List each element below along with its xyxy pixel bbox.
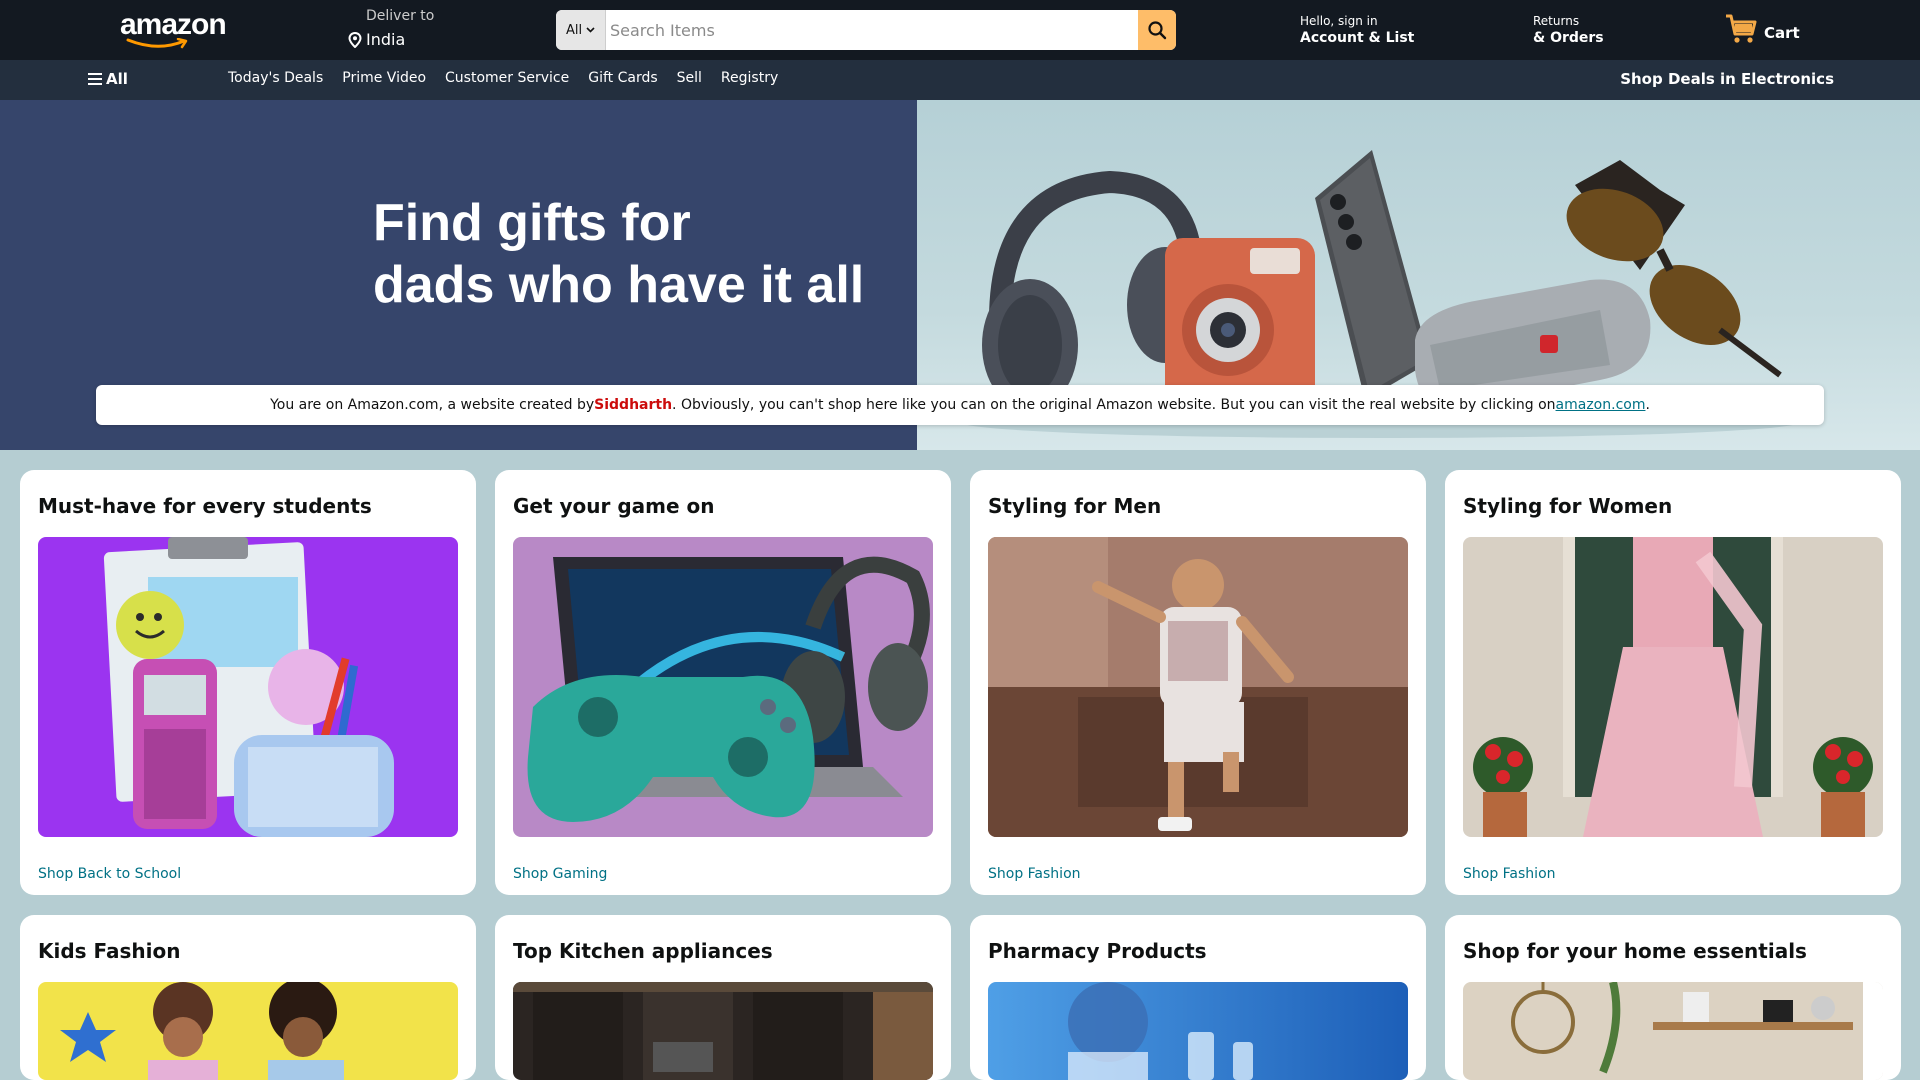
account-menu[interactable]: Hello, sign in Account & List — [1300, 14, 1414, 46]
school-supplies-image[interactable] — [38, 537, 458, 837]
sub-navigation: All Today's Deals Prime Video Customer S… — [0, 60, 1920, 100]
nav-links: Today's Deals Prime Video Customer Servi… — [228, 70, 778, 86]
home-essentials-image[interactable] — [1463, 982, 1883, 1080]
logo-text: amazon — [120, 8, 227, 41]
card-men: Styling for Men Shop Fashion — [970, 470, 1426, 895]
location-pin-icon — [348, 31, 362, 48]
kids-fashion-image[interactable] — [38, 982, 458, 1080]
amazon-logo[interactable]: amazon — [120, 8, 227, 49]
deliver-location-text: India — [366, 30, 406, 49]
card-kitchen: Top Kitchen appliances — [495, 915, 951, 1080]
nav-link-registry[interactable]: Registry — [721, 70, 778, 86]
deliver-label: Deliver to — [366, 8, 435, 24]
notice-amazon-link[interactable]: amazon.com — [1556, 397, 1646, 413]
card-pharmacy: Pharmacy Products — [970, 915, 1426, 1080]
card-title: Must-have for every students — [38, 494, 372, 518]
search-bar: All — [556, 10, 1176, 50]
cart-button[interactable]: Cart — [1724, 12, 1800, 46]
hero-title-line1: Find gifts for — [373, 194, 691, 252]
card-title: Kids Fashion — [38, 939, 181, 963]
returns-label: Returns — [1533, 14, 1580, 28]
nav-link-prime-video[interactable]: Prime Video — [342, 70, 426, 86]
men-fashion-image[interactable] — [988, 537, 1408, 837]
nav-link-todays-deals[interactable]: Today's Deals — [228, 70, 323, 86]
card-link[interactable]: Shop Back to School — [38, 866, 181, 882]
card-home: Shop for your home essentials — [1445, 915, 1901, 1080]
nav-link-customer-service[interactable]: Customer Service — [445, 70, 569, 86]
chevron-down-icon — [586, 27, 595, 33]
hero-title: Find gifts for dads who have it all — [373, 192, 864, 316]
notice-suffix: . — [1645, 397, 1650, 413]
notice-middle: . Obviously, you can't shop here like yo… — [672, 397, 1556, 413]
all-menu-label: All — [106, 70, 128, 88]
account-greeting: Hello, sign in — [1300, 14, 1378, 28]
hero-title-line2: dads who have it all — [373, 256, 865, 314]
women-fashion-image[interactable] — [1463, 537, 1883, 837]
card-kids: Kids Fashion — [20, 915, 476, 1080]
search-category-select[interactable]: All — [556, 10, 606, 50]
deliver-location: India — [348, 30, 405, 49]
kitchen-image[interactable] — [513, 982, 933, 1080]
nav-link-gift-cards[interactable]: Gift Cards — [588, 70, 657, 86]
account-label: Account & List — [1300, 30, 1415, 46]
card-title: Styling for Men — [988, 494, 1162, 518]
card-women: Styling for Women Shop Fashion — [1445, 470, 1901, 895]
notice-prefix: You are on Amazon.com, a website created… — [270, 397, 595, 413]
card-link[interactable]: Shop Fashion — [988, 866, 1081, 882]
returns-orders[interactable]: Returns & Orders — [1533, 14, 1604, 46]
orders-label: & Orders — [1533, 30, 1604, 46]
card-link[interactable]: Shop Gaming — [513, 866, 607, 882]
top-header: amazon Deliver to India All H — [0, 0, 1920, 60]
card-gaming: Get your game on Shop Gaming — [495, 470, 951, 895]
card-title: Top Kitchen appliances — [513, 939, 773, 963]
nav-link-sell[interactable]: Sell — [677, 70, 702, 86]
search-category-label: All — [565, 22, 583, 38]
hamburger-icon — [88, 73, 102, 85]
card-title: Styling for Women — [1463, 494, 1673, 518]
search-button[interactable] — [1138, 10, 1176, 50]
card-title: Shop for your home essentials — [1463, 939, 1807, 963]
logo-smile-icon — [126, 38, 188, 49]
gaming-image[interactable] — [513, 537, 933, 837]
notice-banner: You are on Amazon.com, a website created… — [96, 385, 1824, 425]
promo-link[interactable]: Shop Deals in Electronics — [1620, 70, 1834, 88]
pharmacy-image[interactable] — [988, 982, 1408, 1080]
cart-icon — [1726, 14, 1757, 43]
all-menu-button[interactable]: All — [88, 70, 128, 88]
card-title: Get your game on — [513, 494, 715, 518]
notice-author-name: Siddharth — [594, 397, 673, 413]
smartphone-image — [1315, 150, 1430, 400]
card-students: Must-have for every students Shop Back t… — [20, 470, 476, 895]
search-input[interactable] — [606, 10, 1138, 50]
search-icon — [1148, 21, 1167, 40]
cart-label: Cart — [1764, 24, 1800, 42]
card-link[interactable]: Shop Fashion — [1463, 866, 1556, 882]
card-title: Pharmacy Products — [988, 939, 1207, 963]
